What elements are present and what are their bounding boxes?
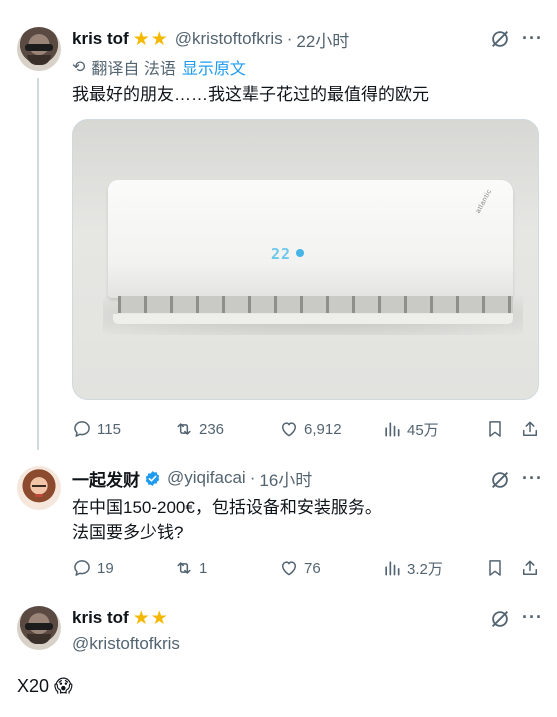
heart-icon bbox=[282, 422, 296, 437]
bookmark-button[interactable] bbox=[485, 557, 505, 579]
air-conditioner-unit bbox=[108, 180, 513, 298]
share-button[interactable] bbox=[520, 418, 540, 440]
views-count: 45万 bbox=[407, 421, 439, 439]
grok-icon[interactable] bbox=[489, 469, 511, 491]
separator: · bbox=[286, 29, 293, 48]
retweet-button[interactable]: 1 bbox=[174, 557, 207, 579]
author-name[interactable]: kris tof bbox=[72, 608, 129, 628]
avatar[interactable] bbox=[17, 466, 61, 510]
separator: · bbox=[249, 468, 256, 487]
views-chart-icon bbox=[385, 422, 400, 437]
reply-button[interactable]: 19 bbox=[72, 557, 114, 579]
views-count: 3.2万 bbox=[407, 560, 443, 578]
ac-temperature-display: 22 bbox=[271, 245, 292, 263]
tweet-text-line1: 在中国150-200€，包括设备和安装服务。 bbox=[72, 498, 382, 517]
share-icon bbox=[523, 560, 537, 575]
tweet-handle-row: @kristoftofkris bbox=[72, 632, 180, 656]
translate-icon: ⟲ bbox=[72, 59, 86, 76]
more-options-icon[interactable]: ··· bbox=[522, 28, 543, 49]
author-handle[interactable]: @yiqifacai bbox=[167, 468, 246, 488]
verified-badge-icon bbox=[145, 470, 160, 486]
grok-icon[interactable] bbox=[489, 28, 511, 50]
timestamp[interactable]: 16小时 bbox=[259, 466, 312, 491]
tweet-text: 我最好的朋友……我这辈子花过的最值得的欧元 bbox=[72, 85, 429, 104]
air-conditioner-vent bbox=[118, 296, 513, 316]
retweet-icon bbox=[177, 562, 191, 574]
grok-icon[interactable] bbox=[489, 608, 511, 630]
author-handle[interactable]: @kristoftofkris bbox=[72, 634, 180, 654]
avatar[interactable] bbox=[17, 606, 61, 650]
show-original-link[interactable]: 显示原文 bbox=[182, 55, 246, 79]
share-button[interactable] bbox=[520, 557, 540, 579]
translation-bar: ⟲ 翻译自 法语 显示原文 bbox=[72, 56, 246, 78]
tweet-header: kris tof ★★ bbox=[72, 606, 169, 630]
reply-icon bbox=[74, 421, 90, 437]
like-count: 76 bbox=[304, 559, 321, 577]
retweet-button[interactable]: 236 bbox=[174, 418, 224, 440]
share-icon bbox=[523, 421, 537, 436]
star-badge-icon: ★★ bbox=[132, 607, 169, 629]
retweet-icon bbox=[177, 423, 191, 435]
views-button[interactable]: 3.2万 bbox=[382, 557, 443, 579]
author-name[interactable]: 一起发财 bbox=[72, 466, 140, 491]
reply-button[interactable]: 115 bbox=[72, 418, 121, 440]
ac-led-icon bbox=[296, 249, 304, 257]
bookmark-button[interactable] bbox=[485, 418, 505, 440]
reply-count: 115 bbox=[97, 420, 121, 438]
views-button[interactable]: 45万 bbox=[382, 418, 439, 440]
like-button[interactable]: 76 bbox=[279, 557, 321, 579]
more-options-icon[interactable]: ··· bbox=[522, 607, 543, 628]
retweet-count: 236 bbox=[199, 420, 225, 438]
author-handle[interactable]: @kristoftofkris bbox=[175, 29, 283, 49]
bookmark-icon bbox=[489, 560, 501, 576]
air-conditioner-lip bbox=[113, 314, 513, 324]
heart-icon bbox=[282, 561, 296, 576]
tweet-header: 一起发财 @yiqifacai · 16小时 bbox=[72, 466, 312, 490]
reply-icon bbox=[74, 560, 90, 576]
like-count: 6,912 bbox=[304, 420, 342, 438]
thread-line bbox=[37, 78, 39, 450]
retweet-count: 1 bbox=[199, 559, 208, 577]
author-name[interactable]: kris tof bbox=[72, 29, 129, 49]
tweet-photo[interactable]: 22 atlantic bbox=[72, 119, 539, 400]
like-button[interactable]: 6,912 bbox=[279, 418, 342, 440]
tweet-header: kris tof ★★ @kristoftofkris · 22小时 bbox=[72, 27, 349, 51]
more-options-icon[interactable]: ··· bbox=[522, 468, 543, 489]
avatar[interactable] bbox=[17, 27, 61, 71]
reply-count: 19 bbox=[97, 559, 114, 577]
bookmark-icon bbox=[489, 421, 501, 437]
tweet-text: X20 😱 bbox=[17, 676, 73, 696]
views-chart-icon bbox=[385, 561, 400, 576]
translate-label: 翻译自 法语 bbox=[91, 61, 176, 78]
star-badge-icon: ★★ bbox=[132, 28, 169, 50]
timestamp[interactable]: 22小时 bbox=[296, 27, 349, 52]
tweet-text-line2: 法国要多少钱? bbox=[72, 523, 184, 542]
